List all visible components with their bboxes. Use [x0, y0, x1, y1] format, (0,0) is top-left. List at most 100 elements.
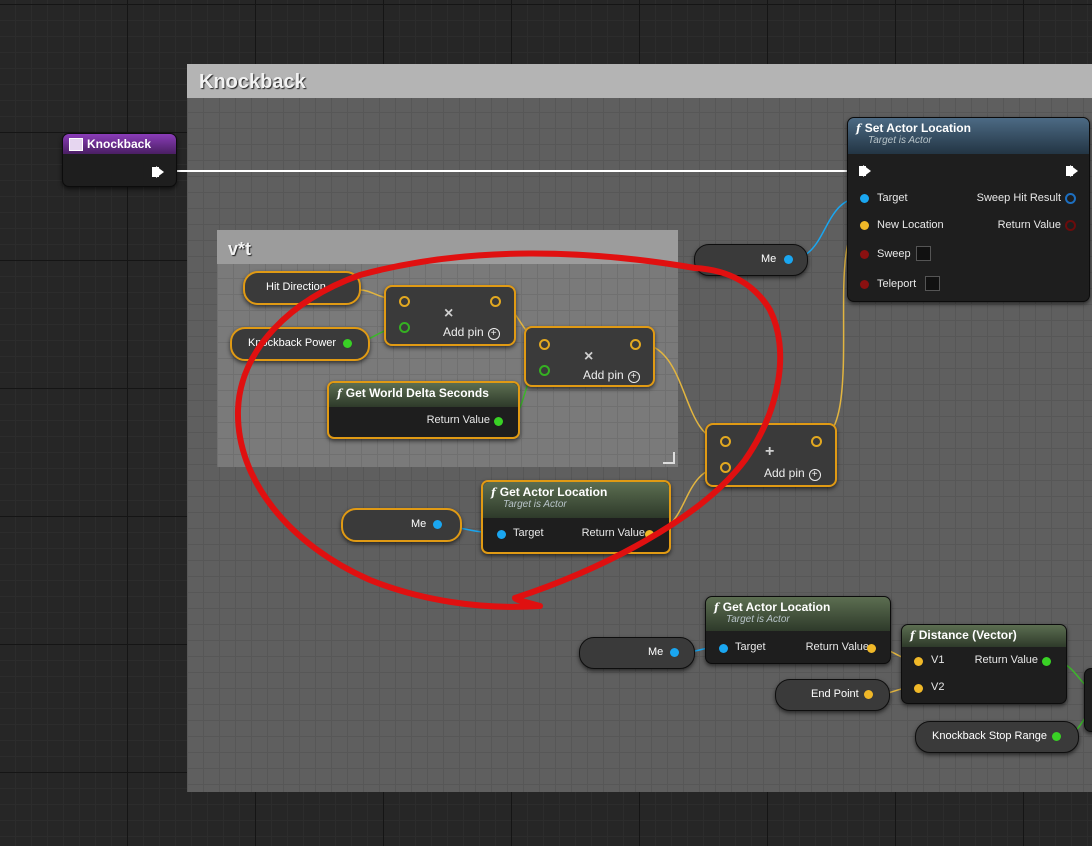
- self-output-pin[interactable]: [784, 255, 793, 264]
- return-value-pin[interactable]: [645, 530, 654, 539]
- add-pin-icon: +: [627, 371, 640, 383]
- multiply-input-b-pin[interactable]: [539, 365, 550, 376]
- sweep-hit-result-pin[interactable]: [1065, 193, 1076, 204]
- knockback-power-output-pin[interactable]: [343, 339, 352, 348]
- target-pin-label: Target: [877, 192, 908, 204]
- distance-vector-title: Distance (Vector): [918, 628, 1017, 642]
- add-output-pin[interactable]: [811, 436, 822, 447]
- event-node-knockback[interactable]: Knockback: [62, 133, 177, 187]
- distance-vector-node[interactable]: f Distance (Vector) V1 Return Value V2: [901, 624, 1067, 704]
- v1-label: V1: [931, 654, 945, 666]
- new-location-label: New Location: [877, 219, 944, 231]
- event-node-header: Knockback: [63, 134, 176, 154]
- return-value-label: Return Value: [974, 654, 1038, 666]
- add-input-b-pin[interactable]: [720, 462, 731, 473]
- hit-direction-variable[interactable]: Hit Direction: [243, 271, 361, 305]
- knockback-stop-range-output-pin[interactable]: [1052, 732, 1061, 741]
- get-actor-location-subtitle: Target is Actor: [503, 499, 567, 510]
- add-pin-button[interactable]: Add pin +: [583, 368, 640, 383]
- exec-in-pin-arrow: [863, 165, 871, 177]
- new-location-pin[interactable]: [860, 221, 869, 230]
- multiply-icon: ×: [444, 305, 454, 322]
- sweep-checkbox[interactable]: [916, 246, 931, 261]
- return-value-label: Return Value: [997, 219, 1061, 231]
- get-world-delta-seconds-title: Get World Delta Seconds: [345, 386, 489, 400]
- sweep-pin[interactable]: [860, 250, 869, 259]
- add-pin-icon: +: [808, 469, 821, 481]
- self-output-pin[interactable]: [433, 520, 442, 529]
- function-icon: f: [491, 486, 496, 499]
- set-actor-location-node[interactable]: f Set Actor Location Target is Actor Targ…: [847, 117, 1090, 302]
- return-value-pin[interactable]: [1065, 220, 1076, 231]
- set-actor-location-title: Set Actor Location: [864, 121, 971, 135]
- v1-pin[interactable]: [914, 657, 923, 666]
- event-icon: [69, 138, 83, 151]
- add-pin-label: Add pin: [583, 368, 624, 382]
- hit-direction-label: Hit Direction: [266, 281, 326, 293]
- distance-vector-header: f Distance (Vector): [902, 625, 1066, 647]
- teleport-checkbox[interactable]: [925, 276, 940, 291]
- self-reference-label: Me: [411, 518, 427, 530]
- v2-pin[interactable]: [914, 684, 923, 693]
- get-actor-location-title: Get Actor Location: [722, 600, 831, 614]
- get-world-delta-seconds-node[interactable]: f Get World Delta Seconds Return Value: [327, 381, 520, 439]
- function-icon: f: [910, 629, 915, 642]
- self-reference-label: Me: [648, 646, 664, 658]
- multiply-icon: ×: [584, 348, 594, 365]
- v2-label: V2: [931, 681, 945, 693]
- multiply-input-a-pin[interactable]: [539, 339, 550, 350]
- add-pin-label: Add pin: [443, 325, 484, 339]
- add-pin-label: Add pin: [764, 466, 805, 480]
- return-value-pin[interactable]: [1042, 657, 1051, 666]
- return-value-label: Return Value: [581, 527, 645, 539]
- knockback-power-variable[interactable]: Knockback Power: [230, 327, 370, 361]
- add-node[interactable]: + Add pin +: [705, 423, 837, 487]
- multiply-input-a-pin[interactable]: [399, 296, 410, 307]
- end-point-output-pin[interactable]: [864, 690, 873, 699]
- multiply-node[interactable]: × Add pin +: [524, 326, 655, 387]
- target-pin[interactable]: [860, 194, 869, 203]
- get-actor-location-node[interactable]: f Get Actor Location Target is Actor Targ…: [705, 596, 891, 664]
- return-value-pin[interactable]: [494, 417, 503, 426]
- knockback-stop-range-label: Knockback Stop Range: [932, 730, 1047, 742]
- event-node-title: Knockback: [87, 137, 152, 151]
- add-pin-button[interactable]: Add pin +: [443, 325, 500, 340]
- return-value-pin[interactable]: [867, 644, 876, 653]
- knockback-power-label: Knockback Power: [248, 337, 337, 349]
- target-label: Target: [513, 527, 544, 539]
- multiply-output-pin[interactable]: [490, 296, 501, 307]
- multiply-input-b-pin[interactable]: [399, 322, 410, 333]
- get-actor-location-subtitle: Target is Actor: [726, 614, 790, 625]
- sweep-hit-result-label: Sweep Hit Result: [976, 192, 1061, 204]
- knockback-stop-range-variable[interactable]: Knockback Stop Range: [915, 721, 1079, 753]
- target-pin[interactable]: [719, 644, 728, 653]
- self-reference-node[interactable]: Me: [579, 637, 695, 669]
- target-label: Target: [735, 641, 766, 653]
- self-reference-label: Me: [761, 253, 777, 265]
- end-point-variable[interactable]: End Point: [775, 679, 890, 711]
- function-icon: f: [337, 387, 342, 400]
- teleport-pin[interactable]: [860, 280, 869, 289]
- get-actor-location-header: f Get Actor Location Target is Actor: [483, 482, 669, 518]
- add-input-a-pin[interactable]: [720, 436, 731, 447]
- set-actor-location-subtitle: Target is Actor: [868, 135, 932, 146]
- multiply-node[interactable]: × Add pin +: [384, 285, 516, 346]
- function-icon: f: [856, 122, 861, 135]
- add-icon: +: [765, 443, 775, 460]
- sweep-label: Sweep: [877, 248, 911, 260]
- self-output-pin[interactable]: [670, 648, 679, 657]
- get-actor-location-title: Get Actor Location: [499, 485, 608, 499]
- offscreen-node[interactable]: [1084, 668, 1092, 732]
- function-icon: f: [714, 601, 719, 614]
- multiply-output-pin[interactable]: [630, 339, 641, 350]
- exec-out-pin-arrow: [1070, 165, 1078, 177]
- exec-out-pin-body: [152, 167, 159, 177]
- self-reference-node[interactable]: Me: [694, 244, 808, 276]
- self-reference-node[interactable]: Me: [341, 508, 462, 542]
- add-pin-button[interactable]: Add pin +: [764, 466, 821, 481]
- return-value-label: Return Value: [805, 641, 869, 653]
- get-world-delta-seconds-header: f Get World Delta Seconds: [329, 383, 518, 407]
- get-actor-location-node[interactable]: f Get Actor Location Target is Actor Targ…: [481, 480, 671, 554]
- target-pin[interactable]: [497, 530, 506, 539]
- return-value-label: Return Value: [426, 414, 490, 426]
